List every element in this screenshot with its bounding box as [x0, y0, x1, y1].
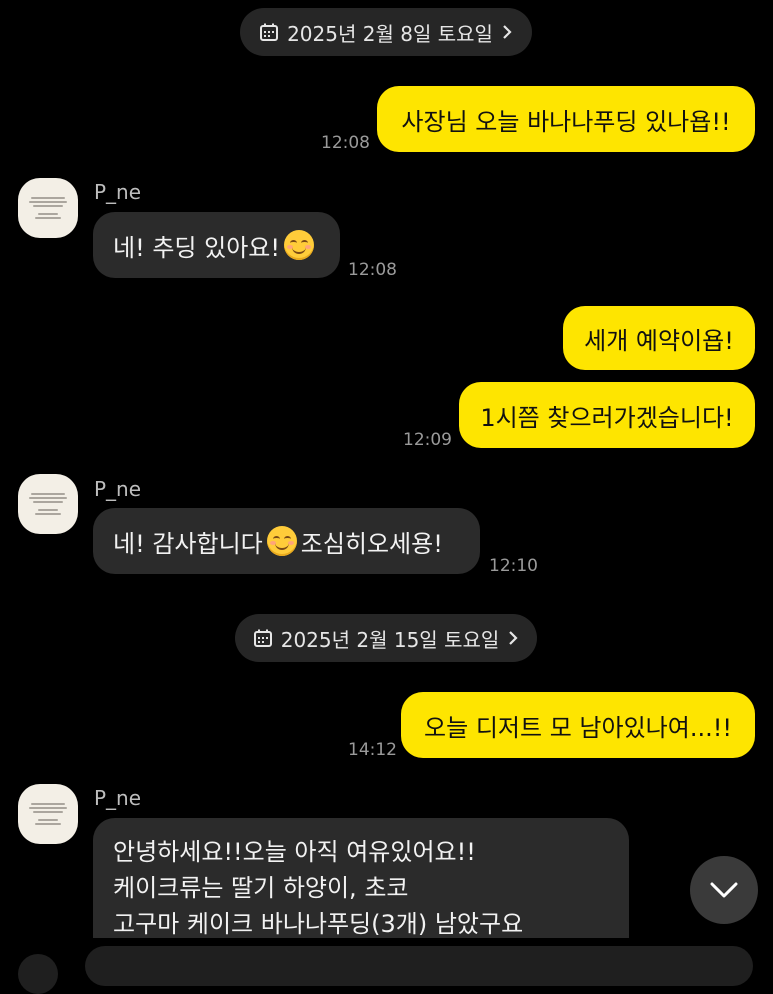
scroll-to-bottom-button[interactable]	[690, 856, 758, 924]
chevron-right-icon	[509, 631, 518, 645]
other-message-bubble[interactable]: 네! 추딩 있아요!	[93, 212, 340, 278]
date-label: 2025년 2월 8일 토요일	[287, 21, 493, 46]
avatar[interactable]	[18, 784, 78, 844]
chevron-down-icon	[710, 882, 738, 898]
sender-name: P_ne	[94, 786, 142, 810]
message-time: 12:08	[348, 260, 397, 280]
message-time: 12:09	[403, 430, 452, 450]
my-message-bubble[interactable]: 오늘 디저트 모 남아있나여...!!	[401, 692, 755, 758]
message-time: 14:12	[348, 740, 397, 760]
sender-name: P_ne	[94, 477, 142, 501]
date-label: 2025년 2월 15일 토요일	[280, 627, 500, 652]
date-divider[interactable]: 2025년 2월 8일 토요일	[240, 8, 532, 56]
attach-button[interactable]	[18, 954, 58, 994]
my-message-bubble[interactable]: 1시쯤 찾으러가겠습니다!	[459, 382, 755, 448]
date-divider[interactable]: 2025년 2월 15일 토요일	[235, 614, 537, 662]
message-time: 12:10	[489, 556, 538, 576]
my-message-bubble[interactable]: 사장님 오늘 바나나푸딩 있나욥!!	[377, 86, 755, 152]
calendar-icon	[260, 23, 279, 41]
calendar-icon	[253, 629, 272, 647]
my-message-bubble[interactable]: 세개 예약이욥!	[563, 306, 755, 370]
message-text: 조심히오세용!	[300, 529, 443, 558]
avatar[interactable]	[18, 474, 78, 534]
other-message-bubble[interactable]: 네! 감사합니다 조심히오세용!	[93, 508, 480, 574]
avatar[interactable]	[18, 178, 78, 238]
message-line: 안녕하세요!!오늘 아직 여유있어요!!	[113, 838, 476, 866]
smiling-face-emoji	[266, 526, 297, 556]
message-text: 네! 추딩 있아요!	[113, 233, 280, 262]
message-text: 네! 감사합니다	[113, 529, 263, 558]
sender-name: P_ne	[94, 180, 142, 204]
message-line: 케이크류는 딸기 하양이, 초코	[113, 874, 409, 902]
message-line: 고구마 케이크 바나나푸딩(3개) 남았구요	[113, 910, 524, 938]
message-time: 12:08	[321, 133, 370, 153]
smiling-face-emoji	[283, 230, 314, 260]
message-input-area[interactable]	[85, 946, 753, 986]
chevron-right-icon	[503, 25, 512, 39]
other-message-bubble[interactable]: 안녕하세요!!오늘 아직 여유있어요!! 케이크류는 딸기 하양이, 초코 고구…	[93, 818, 629, 938]
